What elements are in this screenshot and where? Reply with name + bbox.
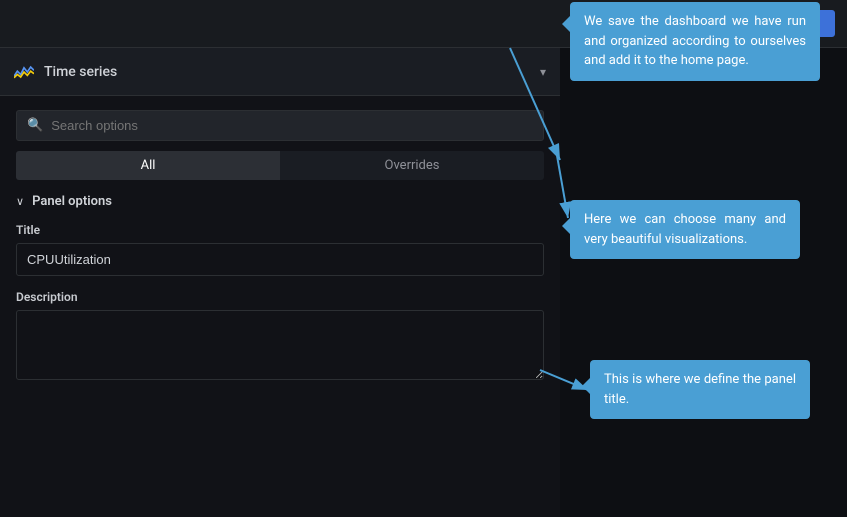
tooltip-save-dashboard: We save the dashboard we have run and or…: [570, 2, 820, 81]
search-box: 🔍: [16, 110, 544, 141]
left-panel: Time series ▾ 🔍 All Overrides ∨ Panel op…: [0, 48, 560, 517]
tab-overrides[interactable]: Overrides: [280, 151, 544, 180]
description-field-textarea[interactable]: [16, 310, 544, 380]
section-chevron-icon: ∨: [16, 195, 24, 208]
search-icon: 🔍: [27, 118, 43, 133]
viz-selector-left: Time series: [14, 64, 117, 80]
section-title: Panel options: [32, 194, 112, 209]
viz-chevron-icon: ▾: [540, 65, 546, 79]
search-area: 🔍: [0, 96, 560, 151]
panel-options-section: ∨ Panel options Title Description: [0, 194, 560, 384]
tab-all[interactable]: All: [16, 151, 280, 180]
description-field-label: Description: [16, 290, 544, 304]
viz-type-selector[interactable]: Time series ▾: [0, 48, 560, 96]
section-header[interactable]: ∨ Panel options: [16, 194, 544, 209]
tooltip-panel-title: This is where we define the panel title.: [590, 360, 810, 419]
tabs-container: All Overrides: [16, 151, 544, 180]
tooltip-visualizations: Here we can choose many and very beautif…: [570, 200, 800, 259]
search-input[interactable]: [51, 118, 533, 133]
viz-type-label: Time series: [44, 64, 117, 80]
title-field-label: Title: [16, 223, 544, 237]
time-series-icon: [14, 64, 34, 80]
right-panel-bg: [560, 48, 847, 517]
title-field-input[interactable]: [16, 243, 544, 276]
